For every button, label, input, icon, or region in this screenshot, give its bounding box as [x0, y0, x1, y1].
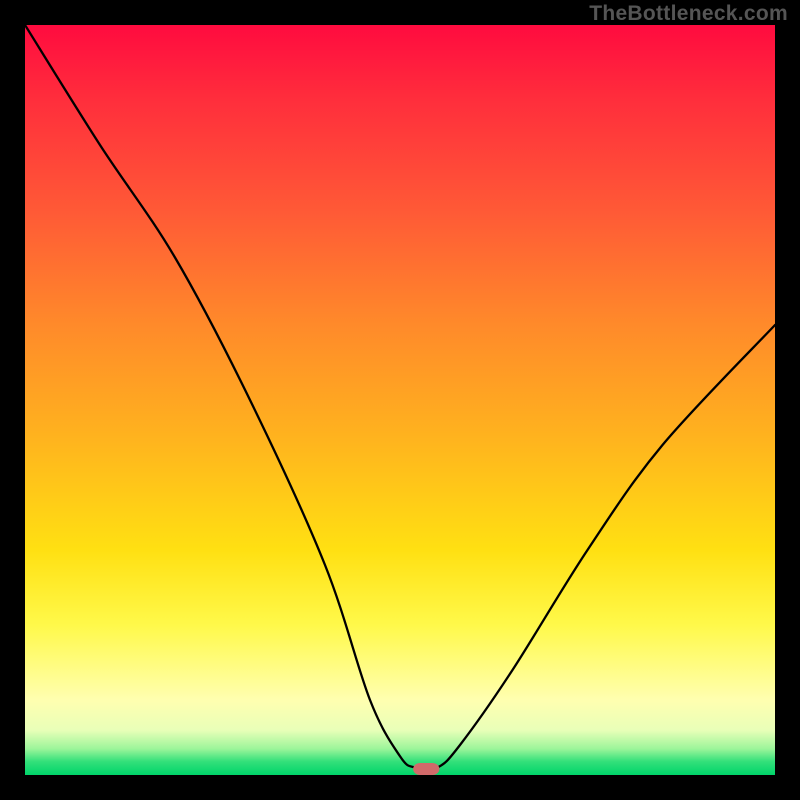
watermark-text: TheBottleneck.com [589, 2, 788, 26]
bottleneck-curve [25, 25, 775, 770]
chart-frame: TheBottleneck.com [0, 0, 800, 800]
minimum-marker [413, 763, 439, 775]
curve-layer [25, 25, 775, 775]
plot-area [25, 25, 775, 775]
